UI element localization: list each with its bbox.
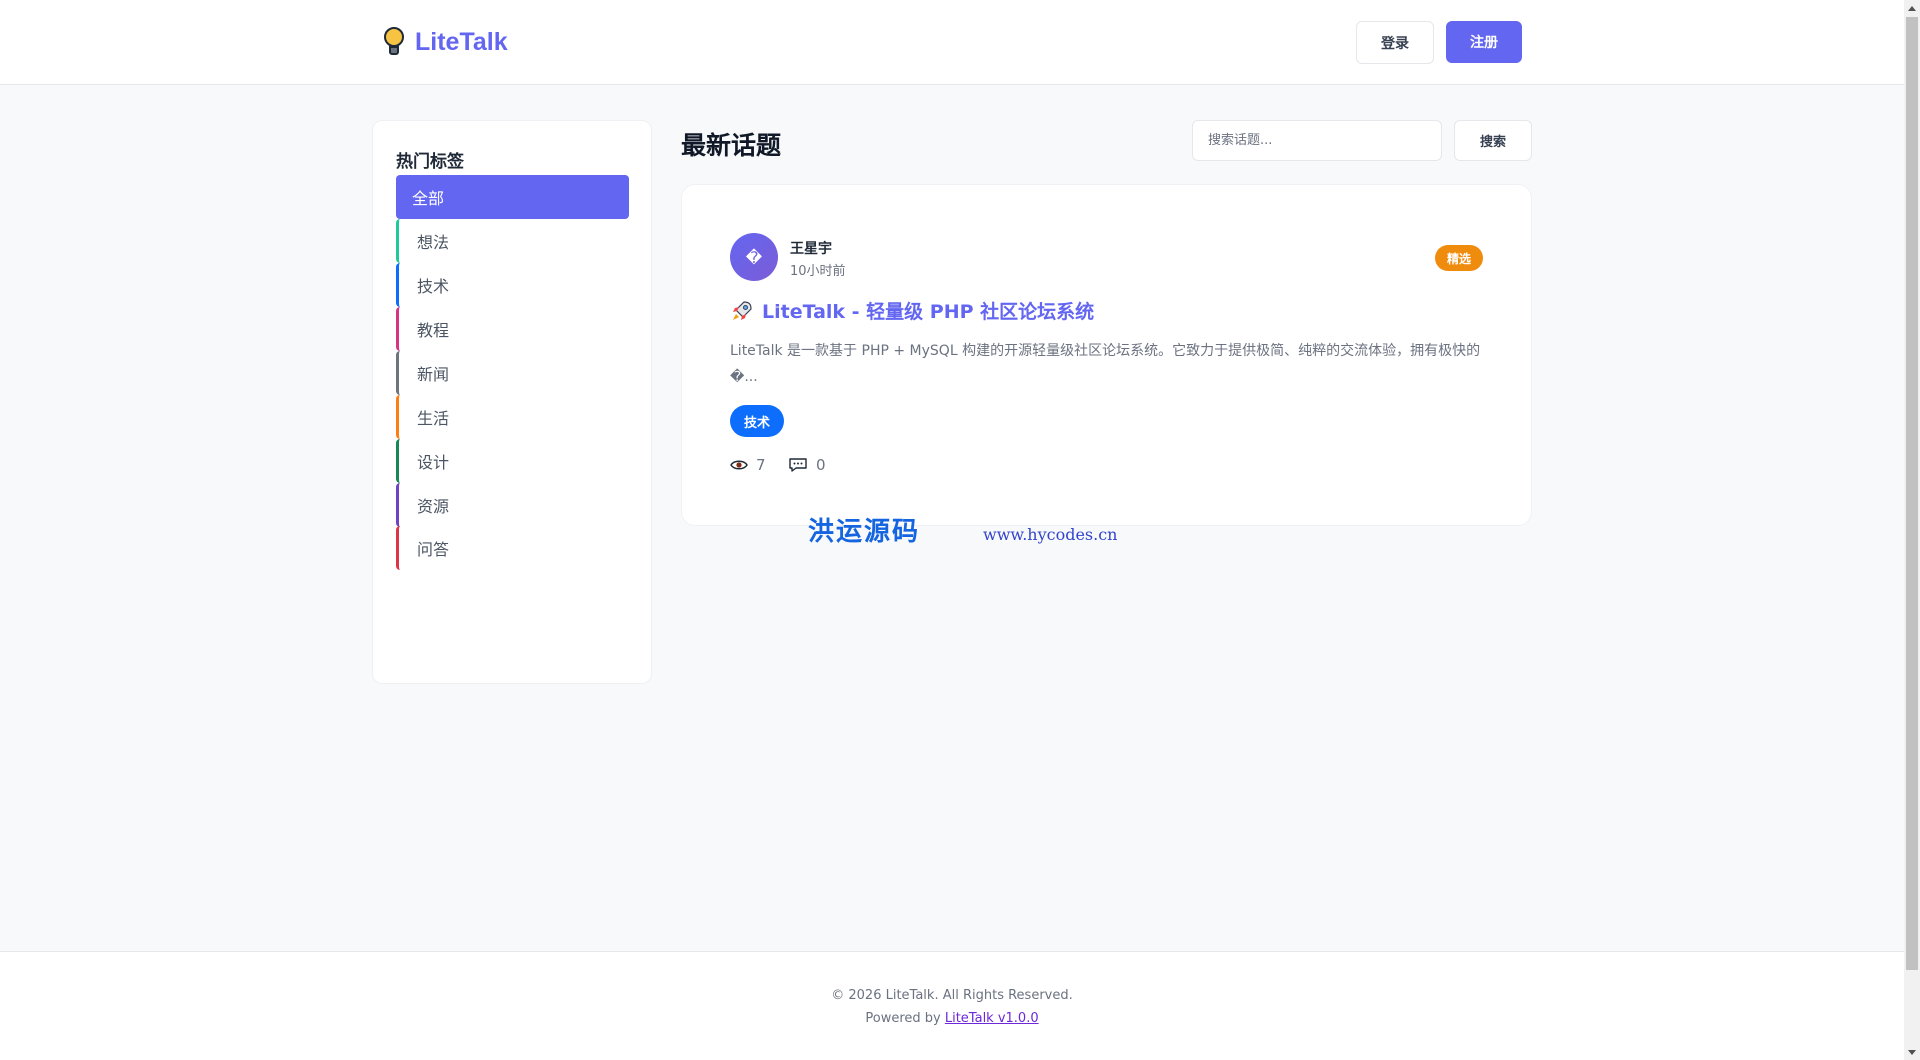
comments-stat: 0 [788, 456, 826, 474]
sidebar-tag-qa[interactable]: 问答 [396, 526, 629, 570]
search-input[interactable] [1192, 120, 1442, 161]
sidebar-tag-life[interactable]: 生活 [396, 395, 629, 439]
eye-icon [730, 460, 748, 470]
sidebar-tag-ideas[interactable]: 想法 [396, 219, 629, 263]
site-logo[interactable]: LiteTalk [383, 26, 508, 58]
page-title: 最新话题 [681, 131, 782, 160]
sidebar-tag-tutorial[interactable]: 教程 [396, 307, 629, 351]
featured-badge: 精选 [1435, 245, 1483, 271]
sidebar-tag-resources[interactable]: 资源 [396, 483, 629, 527]
views-stat: 7 [730, 456, 766, 474]
copyright-text: © 2026 LiteTalk. All Rights Reserved. [831, 988, 1073, 1003]
post-time: 10小时前 [790, 264, 846, 279]
sidebar-tag-news[interactable]: 新闻 [396, 351, 629, 395]
rocket-icon [733, 300, 752, 320]
comments-count: 0 [816, 456, 826, 474]
sidebar-tag-tech[interactable]: 技术 [396, 263, 629, 307]
logo-text: LiteTalk [415, 27, 508, 56]
sidebar-tag-all[interactable]: 全部 [396, 175, 629, 219]
post-tag[interactable]: 技术 [730, 405, 784, 437]
sidebar-title: 热门标签 [396, 152, 464, 172]
post-author[interactable]: 王星宇 [790, 238, 832, 258]
comment-icon [789, 458, 807, 472]
vertical-scrollbar[interactable] [1904, 0, 1920, 1060]
watermark-text: 洪运源码 [808, 517, 921, 547]
site-header: LiteTalk 登录 注册 [0, 0, 1904, 85]
register-button[interactable]: 注册 [1446, 21, 1522, 63]
login-button[interactable]: 登录 [1356, 21, 1434, 64]
tags-sidebar: 热门标签 全部 想法 技术 教程 新闻 生活 设计 资源 问答 [372, 120, 652, 684]
scroll-down-arrow-icon[interactable] [1904, 1044, 1920, 1060]
post-excerpt: LiteTalk 是一款基于 PHP + MySQL 构建的开源轻量级社区论坛系… [730, 343, 1481, 385]
sidebar-tag-design[interactable]: 设计 [396, 439, 629, 483]
search-button[interactable]: 搜索 [1454, 120, 1532, 161]
powered-by: Powered by LiteTalk v1.0.0 [0, 1011, 1904, 1026]
post-title-text: LiteTalk - 轻量级 PHP 社区论坛系统 [762, 301, 1095, 323]
avatar[interactable]: � [730, 233, 778, 281]
powered-prefix: Powered by [865, 1011, 945, 1026]
post-title-link[interactable]: LiteTalk - 轻量级 PHP 社区论坛系统 [730, 297, 1094, 324]
post-card[interactable]: � 王星宇 10小时前 精选 LiteTalk - 轻量级 PHP 社区论坛系统… [681, 184, 1532, 526]
lightbulb-icon [383, 26, 405, 58]
watermark-url: www.hycodes.cn [983, 525, 1118, 544]
scrollbar-thumb[interactable] [1906, 17, 1918, 970]
views-count: 7 [756, 456, 766, 474]
scroll-up-arrow-icon[interactable] [1904, 0, 1920, 16]
powered-link[interactable]: LiteTalk v1.0.0 [945, 1011, 1039, 1026]
site-footer: © 2026 LiteTalk. All Rights Reserved. Po… [0, 951, 1904, 1060]
